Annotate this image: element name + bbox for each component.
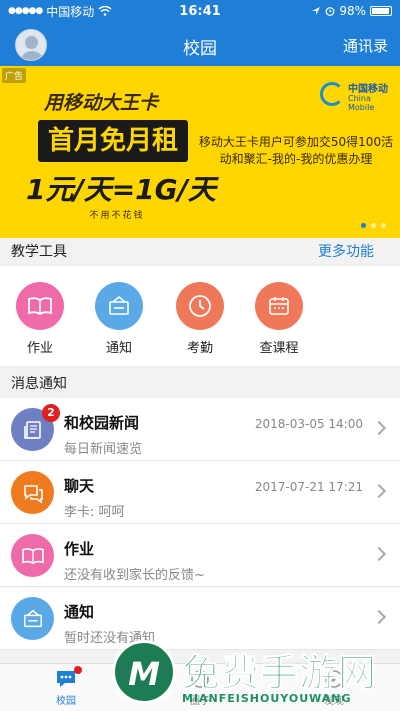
message-preview: 还没有收到家长的反馈~: [64, 568, 205, 583]
location-icon: [312, 7, 321, 15]
brand-name-zh: 中国移动: [348, 84, 388, 95]
list-item[interactable]: 作业 还没有收到家长的反馈~: [0, 524, 400, 587]
notice-board-icon: [23, 609, 42, 627]
tool-course-circle: [255, 282, 303, 330]
page-title: 校园: [183, 39, 217, 59]
tools-section-header: 教学工具 更多功能: [0, 238, 400, 266]
message-title: 作业: [64, 540, 95, 558]
pager-dot[interactable]: [361, 223, 366, 228]
pager-dot[interactable]: [381, 223, 386, 228]
unread-badge: 2: [42, 404, 60, 422]
message-title: 和校园新闻: [64, 414, 140, 432]
ad-tag: 广告: [2, 68, 27, 83]
signal-icon: ●●●●●: [8, 6, 43, 16]
tool-label: 查课程: [259, 341, 299, 356]
watermark-subtext: MIANFEISHOUYOUWANG: [182, 692, 352, 705]
brand-name-en: China Mobile: [348, 94, 375, 112]
chevron-right-icon: [371, 483, 387, 499]
tool-attendance[interactable]: 考勤: [168, 282, 232, 356]
nav-bar: 校园 通讯录: [0, 22, 400, 66]
clock: 16:41: [179, 3, 221, 19]
tool-notice-circle: [95, 282, 143, 330]
tool-homework[interactable]: 作业: [8, 282, 72, 356]
alarm-icon: [325, 7, 335, 16]
tool-course[interactable]: 查课程: [247, 282, 311, 356]
promo-title: 用移动大王卡: [44, 92, 159, 114]
promo-price: 1元/天=1G/天: [26, 173, 216, 206]
watermark-logo: [112, 640, 176, 704]
message-preview: 每日新闻速览: [64, 442, 143, 457]
china-mobile-logo: 中国移动 China Mobile: [318, 78, 388, 112]
status-bar: ●●●●● 中国移动 16:41 98%: [0, 0, 400, 22]
notice-board-icon: [109, 295, 129, 315]
chevron-right-icon: [371, 609, 387, 625]
notice-avatar: [11, 597, 54, 640]
list-item[interactable]: 2 和校园新闻 每日新闻速览 2018-03-05 14:00: [0, 398, 400, 461]
chevron-right-icon: [371, 420, 387, 436]
chat-bubble-icon: [54, 666, 82, 690]
pager-dot[interactable]: [371, 223, 376, 228]
promo-card: 用移动大王卡 首月免月租 1元/天=1G/天 不用不花钱: [14, 84, 216, 224]
notification-dot: [74, 666, 82, 674]
homework-avatar: [11, 534, 54, 577]
message-time: 2017-07-21 17:21: [254, 480, 363, 494]
tool-notice[interactable]: 通知: [87, 282, 151, 356]
promo-sub: 不用不花钱: [89, 211, 145, 221]
messages-section-header: 消息通知: [0, 370, 400, 398]
messages-section-title: 消息通知: [11, 376, 67, 392]
book-icon: [21, 547, 44, 564]
carrier-label: 中国移动: [46, 4, 95, 19]
china-mobile-icon: [320, 82, 344, 106]
tab-campus[interactable]: 校园: [6, 666, 126, 707]
message-list: 2 和校园新闻 每日新闻速览 2018-03-05 14:00 聊天 李卡: 呵…: [0, 398, 400, 650]
message-time: 2018-03-05 14:00: [254, 417, 363, 431]
tool-label: 考勤: [186, 341, 213, 356]
battery-percent: 98%: [339, 4, 366, 18]
watermark: 免费手游网 MIANFEISHOUYOUWANG: [112, 640, 400, 711]
more-functions-link[interactable]: 更多功能: [318, 238, 374, 266]
promo-description: 移动大王卡用户可参加交50得100活动和聚汇-我的-我的优惠办理: [198, 135, 394, 166]
teaching-tools: 作业 通知 考勤 查课程: [0, 266, 400, 366]
tools-section-title: 教学工具: [11, 244, 67, 260]
tool-homework-circle: [16, 282, 64, 330]
ad-banner[interactable]: 广告 用移动大王卡 首月免月租 1元/天=1G/天 不用不花钱 中国移动 Chi…: [0, 66, 400, 238]
list-item[interactable]: 聊天 李卡: 呵呵 2017-07-21 17:21: [0, 461, 400, 524]
tool-label: 通知: [105, 341, 132, 356]
news-icon: [23, 420, 41, 439]
chat-avatar: [11, 471, 54, 514]
book-icon: [28, 297, 52, 316]
watermark-text: 免费手游网: [181, 651, 378, 696]
wifi-icon: [98, 6, 112, 16]
contacts-button[interactable]: 通讯录: [343, 35, 388, 56]
message-title: 聊天: [64, 477, 95, 495]
battery-icon: [370, 6, 392, 16]
chat-icon: [23, 484, 43, 504]
message-preview: 李卡: 呵呵: [64, 505, 125, 520]
tab-label: 校园: [56, 696, 76, 707]
chevron-right-icon: [371, 546, 387, 562]
promo-highlight: 首月免月租: [38, 120, 188, 162]
tool-attendance-circle: [176, 282, 224, 330]
clock-icon: [189, 295, 211, 317]
message-title: 通知: [64, 603, 95, 621]
banner-pager[interactable]: [361, 223, 386, 228]
tool-label: 作业: [26, 341, 53, 356]
calendar-icon: [269, 297, 289, 315]
